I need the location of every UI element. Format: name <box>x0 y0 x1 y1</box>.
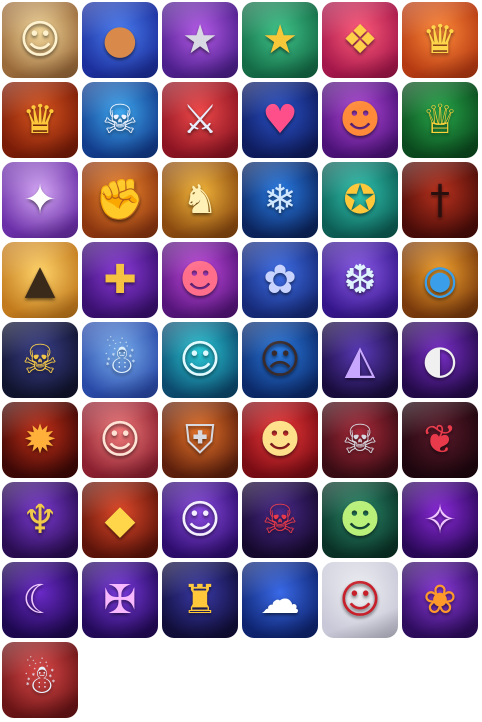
icon-symbol: ♆ <box>22 497 58 543</box>
icon-symbol: ☻ <box>339 97 381 143</box>
icon-symbol: ◭ <box>344 337 376 383</box>
red-haired-vampire-girl-icon[interactable]: ☺ <box>322 562 398 638</box>
violet-void-sigil-icon[interactable]: ✧ <box>402 482 478 558</box>
white-rabbit-cloud-icon[interactable]: ☁ <box>242 562 318 638</box>
roaring-bear-icon[interactable]: ☹ <box>242 322 318 398</box>
armored-knight-helm-icon[interactable]: ⛨ <box>162 402 238 478</box>
winged-crest-emblem-icon[interactable]: ❖ <box>322 2 398 78</box>
dragon-eye-orb-icon[interactable]: ◉ <box>402 242 478 318</box>
icon-symbol: ✪ <box>343 177 377 223</box>
icon-symbol: ☺ <box>339 577 381 623</box>
icon-symbol: ☃ <box>102 337 138 383</box>
masked-dark-lord-icon[interactable]: ◐ <box>402 322 478 398</box>
icon-symbol: ☠ <box>262 497 298 543</box>
horned-skull-crest-icon[interactable]: ♆ <box>2 482 78 558</box>
icon-symbol: ☺ <box>179 337 221 383</box>
icon-symbol: ▲ <box>24 257 56 303</box>
icon-symbol: ✠ <box>103 577 137 623</box>
icon-symbol: ◐ <box>422 337 458 383</box>
cyan-ghost-girl-icon[interactable]: ☺ <box>162 322 238 398</box>
blue-furry-beast-icon[interactable]: ☃ <box>82 322 158 398</box>
icon-symbol: ★ <box>182 17 218 63</box>
icon-symbol: † <box>430 177 450 223</box>
icon-symbol: ✧ <box>423 497 457 543</box>
icon-symbol: ☺ <box>19 17 61 63</box>
icon-symbol: ❆ <box>343 257 377 303</box>
white-haired-girl-icon[interactable]: ☺ <box>162 482 238 558</box>
icon-symbol: ☠ <box>22 337 58 383</box>
skeleton-king-icon[interactable]: ☠ <box>2 322 78 398</box>
skeletal-dragon-monster-icon[interactable]: ☠ <box>82 82 158 158</box>
icon-symbol: ● <box>102 17 138 63</box>
icon-symbol: ⛨ <box>185 417 215 463</box>
icon-symbol: ❀ <box>423 577 457 623</box>
golden-crystal-cluster-icon[interactable]: ◆ <box>82 482 158 558</box>
icon-symbol: ♞ <box>182 177 218 223</box>
icon-symbol: ☹ <box>259 337 301 383</box>
icon-symbol: ✹ <box>23 417 57 463</box>
golden-griffin-eagle-icon[interactable]: ▲ <box>2 242 78 318</box>
icon-symbol: ❦ <box>423 417 457 463</box>
golden-shield-crown-icon[interactable]: ♛ <box>402 2 478 78</box>
white-fox-spirit-icon[interactable]: ✦ <box>2 162 78 238</box>
icon-symbol: ◆ <box>104 497 136 543</box>
spiked-skull-shield-icon[interactable]: ☠ <box>322 402 398 478</box>
icon-symbol: ⚔ <box>182 97 218 143</box>
icon-symbol: ☃ <box>22 657 58 703</box>
icon-symbol: ◉ <box>422 257 458 303</box>
crystal-bunny-spirit-icon[interactable]: ❆ <box>322 242 398 318</box>
golden-deer-warrior-icon[interactable]: ♞ <box>162 162 238 238</box>
golden-trophy-cup-icon[interactable]: ♕ <box>402 82 478 158</box>
demon-wing-scroll-icon[interactable]: ❦ <box>402 402 478 478</box>
green-goblin-warrior-icon[interactable]: ☻ <box>322 482 398 558</box>
icon-symbol: ☺ <box>179 497 221 543</box>
violet-cross-rune-icon[interactable]: ✠ <box>82 562 158 638</box>
icon-symbol: ☠ <box>102 97 138 143</box>
crossed-swords-icon[interactable]: ⚔ <box>162 82 238 158</box>
icon-sprite-sheet: ☺ ● ★ ★ ❖ ♛ ♛ ☠ ⚔ ♥ ☻ ♕ ✦ ✊ ♞ ❄ ✪ † ▲ ✚ ☻ ✿ ❆ ◉ ☠ ☃ ☺ ☹ ◭ ◐ ✹ ☺ ⛨ ☻ ☠ ❦ ♆ ◆ ☺ ☠… <box>0 0 482 722</box>
icon-symbol: ☻ <box>339 497 381 543</box>
icon-symbol: ❖ <box>342 17 378 63</box>
icon-symbol: ✚ <box>103 257 137 303</box>
icon-symbol: ☁ <box>260 577 300 623</box>
fanged-demon-maw-icon[interactable]: ✹ <box>2 402 78 478</box>
silver-star-medal-icon[interactable]: ★ <box>162 2 238 78</box>
rose-crown-armor-icon[interactable]: ✿ <box>242 242 318 318</box>
golden-haired-hero-portrait-icon[interactable]: ☺ <box>2 2 78 78</box>
icon-symbol: ✦ <box>23 177 57 223</box>
icon-symbol: ✿ <box>263 257 297 303</box>
orange-beast-monster-icon[interactable]: ☻ <box>322 82 398 158</box>
bronze-medal-icon[interactable]: ● <box>82 2 158 78</box>
elf-maiden-profile-icon[interactable]: ☺ <box>82 402 158 478</box>
harvest-pumpkin-cornucopia-icon[interactable]: ❀ <box>402 562 478 638</box>
horned-samurai-mask-icon[interactable]: ♜ <box>162 562 238 638</box>
icon-symbol: ♥ <box>262 97 298 143</box>
crimson-skull-warlord-icon[interactable]: ☠ <box>242 482 318 558</box>
crossed-shield-emblem-icon[interactable]: ✚ <box>82 242 158 318</box>
santa-hat-turtle-beast-icon[interactable]: ☃ <box>2 642 78 718</box>
icon-symbol: ♛ <box>22 97 58 143</box>
dark-flame-sword-icon[interactable]: † <box>402 162 478 238</box>
icon-symbol: ♛ <box>422 17 458 63</box>
gold-star-medal-icon[interactable]: ★ <box>242 2 318 78</box>
icon-symbol: ♕ <box>422 97 458 143</box>
icon-symbol: ☻ <box>259 417 301 463</box>
icon-symbol: ✊ <box>95 177 145 223</box>
winged-heart-icon[interactable]: ♥ <box>242 82 318 158</box>
icon-symbol: ♜ <box>182 577 218 623</box>
icon-symbol: ❄ <box>263 177 297 223</box>
frost-wolf-beast-icon[interactable]: ❄ <box>242 162 318 238</box>
golden-fist-emblem-icon[interactable]: ✊ <box>82 162 158 238</box>
purple-crescent-orb-icon[interactable]: ☾ <box>2 562 78 638</box>
icon-symbol: ☺ <box>99 417 141 463</box>
golden-crown-icon[interactable]: ♛ <box>2 82 78 158</box>
icon-symbol: ☻ <box>179 257 221 303</box>
icon-symbol: ☾ <box>22 577 58 623</box>
icon-symbol: ★ <box>262 17 298 63</box>
lion-dance-mask-icon[interactable]: ☻ <box>242 402 318 478</box>
golden-rune-sigil-icon[interactable]: ✪ <box>322 162 398 238</box>
pink-toad-monster-icon[interactable]: ☻ <box>162 242 238 318</box>
icon-symbol: ☠ <box>342 417 378 463</box>
hooded-shadow-assassin-icon[interactable]: ◭ <box>322 322 398 398</box>
